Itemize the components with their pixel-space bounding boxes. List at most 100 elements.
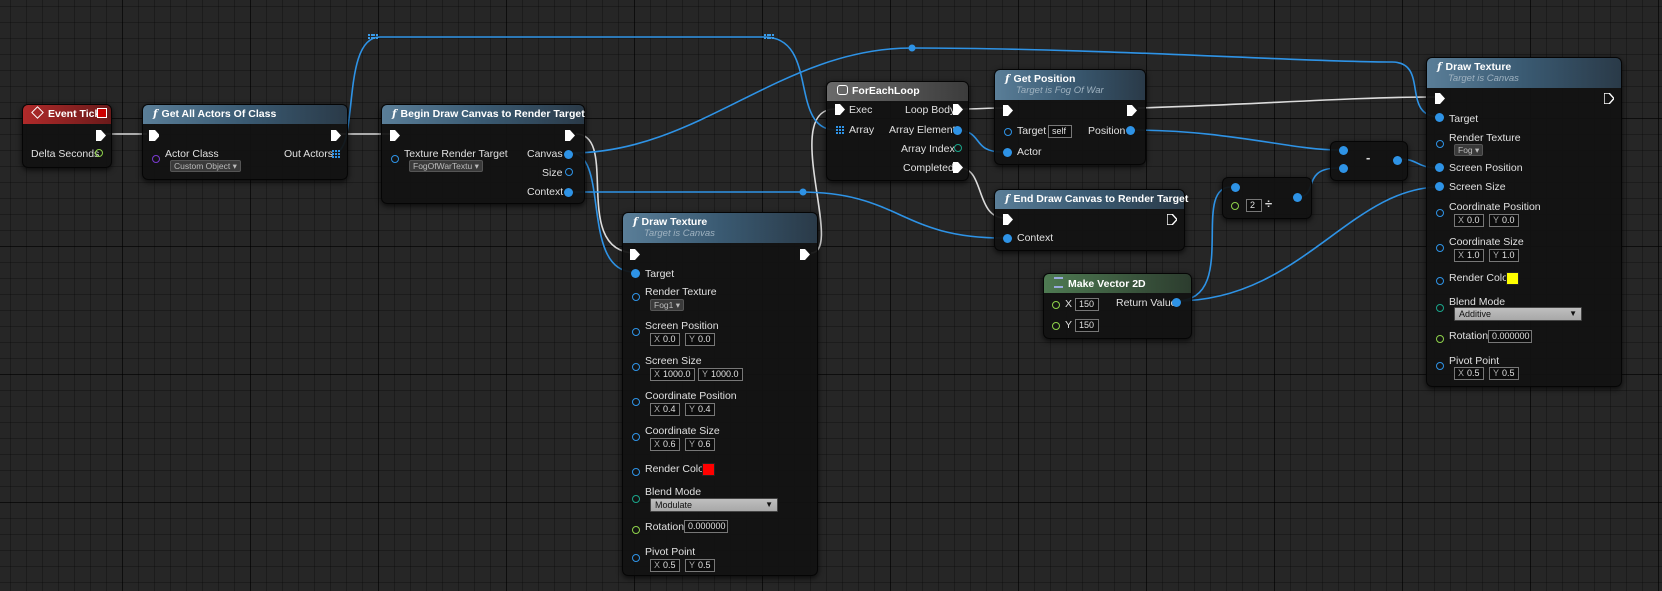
pivot-point-pin[interactable] — [1436, 362, 1444, 370]
render-color-pin[interactable] — [632, 468, 640, 476]
coordinate-position-pin[interactable] — [632, 398, 640, 406]
rotation-pin[interactable] — [1436, 335, 1444, 343]
draw-texture-node-1[interactable]: f Draw Texture Target is Canvas Target Ren… — [622, 212, 818, 576]
coordinate-size-pin[interactable] — [1436, 244, 1444, 252]
array-pin-icon[interactable] — [332, 150, 340, 158]
subtract-node[interactable]: - — [1330, 141, 1408, 181]
blend-mode-pin[interactable] — [1436, 304, 1444, 312]
render-color-pin[interactable] — [1436, 277, 1444, 285]
draw-texture-node-2[interactable]: f Draw Texture Target is Canvas Target Ren… — [1426, 57, 1622, 387]
x-field[interactable]: 150 — [1075, 298, 1099, 311]
array-index-pin[interactable] — [954, 144, 962, 152]
divide-output-pin[interactable] — [1293, 193, 1302, 202]
node-subtitle: Target is Canvas — [1448, 73, 1519, 84]
end-draw-canvas-node[interactable]: f End Draw Canvas to Render Target Contex… — [994, 189, 1188, 251]
node-header: f Draw Texture Target is Canvas — [1427, 58, 1621, 88]
screen-position-label: Screen Position — [645, 320, 719, 332]
field-value: 0.5 — [1502, 368, 1515, 378]
render-color-swatch[interactable] — [1506, 272, 1519, 285]
subtract-output-pin[interactable] — [1393, 156, 1402, 165]
actor-pin[interactable] — [1003, 148, 1012, 157]
screen-size-y-field[interactable]: Y 1000.0 — [698, 368, 743, 381]
axis-x: X — [654, 369, 661, 379]
reroute-icon[interactable] — [368, 34, 378, 40]
rotation-field[interactable]: 0.000000 — [684, 520, 728, 533]
blend-mode-pin[interactable] — [632, 495, 640, 503]
field-value: 0.5 — [1467, 368, 1480, 378]
get-all-actors-node[interactable]: f Get All Actors Of Class Actor Class Cus… — [142, 104, 348, 180]
size-pin[interactable] — [565, 168, 573, 176]
position-pin[interactable] — [1126, 126, 1135, 135]
divide-input-b-pin[interactable] — [1231, 202, 1239, 210]
blend-mode-dropdown[interactable]: Modulate ▼ — [650, 498, 778, 512]
coordinate-position-pin[interactable] — [1436, 209, 1444, 217]
pivot-point-x-field[interactable]: X 0.5 — [1454, 367, 1484, 380]
actor-class-select[interactable]: Custom Object ▾ — [170, 160, 241, 172]
pivot-point-x-field[interactable]: X 0.5 — [650, 559, 680, 572]
render-texture-pin[interactable] — [1436, 140, 1444, 148]
coordinate-size-pin[interactable] — [632, 433, 640, 441]
foreach-loop-node[interactable]: ForEachLoop Exec Array Loop Body Array E… — [826, 81, 969, 181]
target-pin[interactable] — [1004, 128, 1012, 136]
screen-position-label: Screen Position — [1449, 162, 1523, 174]
render-texture-select[interactable]: Fog1 ▾ — [650, 299, 685, 311]
rotation-pin[interactable] — [632, 526, 640, 534]
screen-position-x-field[interactable]: X 0.0 — [650, 333, 680, 346]
rotation-field[interactable]: 0.000000 — [1488, 330, 1532, 343]
coordinate-position-y-field[interactable]: Y 0.0 — [1489, 214, 1519, 227]
subtract-input-a-pin[interactable] — [1339, 146, 1348, 155]
screen-position-pin[interactable] — [1435, 163, 1444, 172]
coordinate-position-x-field[interactable]: X 0.4 — [650, 403, 680, 416]
coordinate-position-x-field[interactable]: X 0.0 — [1454, 214, 1484, 227]
screen-size-pin[interactable] — [1435, 182, 1444, 191]
actor-class-pin[interactable] — [152, 155, 160, 163]
screen-size-x-field[interactable]: X 1000.0 — [650, 368, 695, 381]
target-pin[interactable] — [631, 269, 640, 278]
render-color-swatch[interactable] — [702, 463, 715, 476]
event-tick-node[interactable]: Event Tick Delta Seconds — [22, 104, 112, 168]
screen-size-pin[interactable] — [632, 363, 640, 371]
array-element-pin[interactable] — [953, 126, 962, 135]
coordinate-position-y-field[interactable]: Y 0.4 — [685, 403, 715, 416]
render-texture-select[interactable]: Fog ▾ — [1454, 144, 1484, 156]
context-pin[interactable] — [1003, 234, 1012, 243]
reroute-icon[interactable] — [764, 34, 774, 40]
delta-seconds-pin[interactable] — [95, 149, 103, 157]
screen-size-label: Screen Size — [645, 355, 702, 367]
make-vector-2d-node[interactable]: Make Vector 2D X 150 Y 150 Return Value — [1043, 273, 1192, 339]
render-texture-value: Fog1 — [654, 300, 674, 310]
coordinate-size-x-field[interactable]: X 0.6 — [650, 438, 680, 451]
pivot-point-pin[interactable] — [632, 554, 640, 562]
blend-mode-dropdown[interactable]: Additive ▼ — [1454, 307, 1582, 321]
pivot-point-y-field[interactable]: Y 0.5 — [685, 559, 715, 572]
screen-position-y-field[interactable]: Y 0.0 — [685, 333, 715, 346]
return-value-pin[interactable] — [1172, 298, 1181, 307]
y-field[interactable]: 150 — [1075, 319, 1099, 332]
texture-render-target-select[interactable]: FogOfWarTextu ▾ — [409, 160, 483, 172]
self-field[interactable]: self — [1048, 125, 1072, 138]
screen-position-pin[interactable] — [632, 328, 640, 336]
pivot-point-y-field[interactable]: Y 0.5 — [1489, 367, 1519, 380]
y-label: Y — [1065, 319, 1073, 331]
get-position-node[interactable]: f Get Position Target is Fog Of War Target… — [994, 69, 1146, 165]
node-header: ForEachLoop — [827, 82, 968, 101]
divide-node[interactable]: 2 ÷ — [1222, 177, 1312, 219]
begin-draw-canvas-node[interactable]: f Begin Draw Canvas to Render Target Text… — [381, 104, 585, 204]
target-pin[interactable] — [1435, 113, 1444, 122]
render-texture-pin[interactable] — [632, 293, 640, 301]
target-label: Target — [645, 268, 675, 280]
canvas-pin[interactable] — [564, 150, 573, 159]
divide-b-field[interactable]: 2 — [1246, 199, 1262, 212]
node-title: Draw Texture — [1445, 61, 1512, 73]
texture-render-target-pin[interactable] — [391, 155, 399, 163]
array-pin-icon[interactable] — [836, 126, 844, 134]
coordinate-size-y-field[interactable]: Y 0.6 — [685, 438, 715, 451]
coordinate-size-y-field[interactable]: Y 1.0 — [1489, 249, 1519, 262]
delegate-icon[interactable] — [97, 108, 107, 118]
context-pin[interactable] — [564, 188, 573, 197]
x-pin[interactable] — [1052, 301, 1060, 309]
y-pin[interactable] — [1052, 322, 1060, 330]
coordinate-size-x-field[interactable]: X 1.0 — [1454, 249, 1484, 262]
divide-input-a-pin[interactable] — [1231, 183, 1240, 192]
subtract-input-b-pin[interactable] — [1339, 164, 1348, 173]
